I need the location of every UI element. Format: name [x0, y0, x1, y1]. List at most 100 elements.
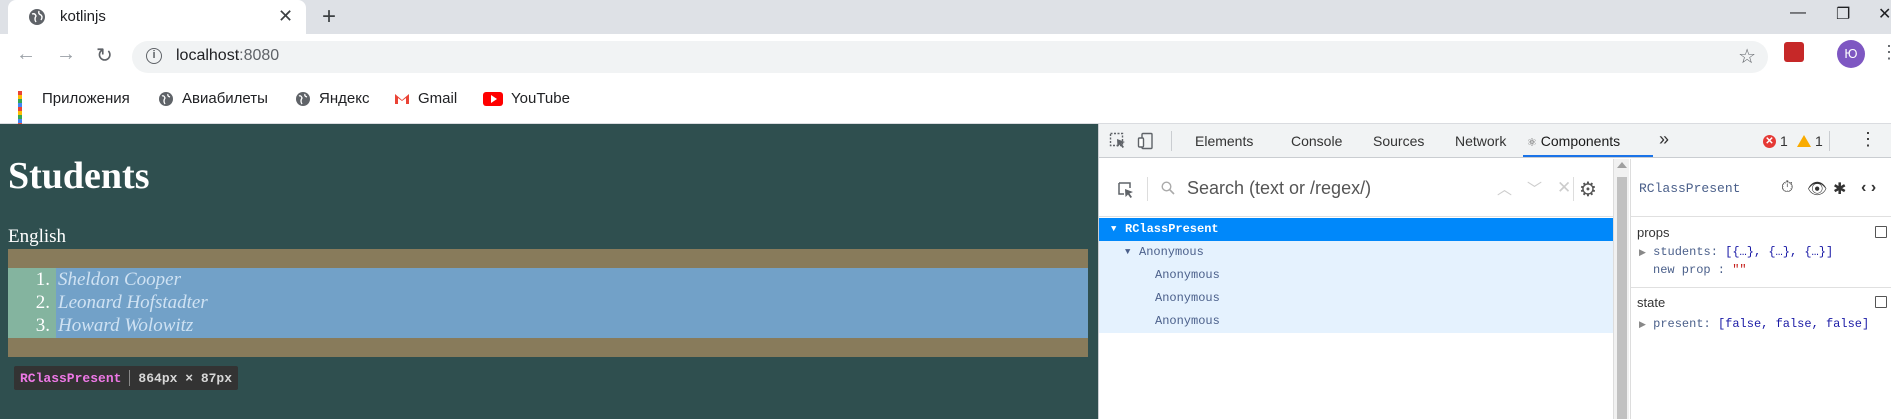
settings-gear-icon[interactable]: ⚙: [1579, 177, 1597, 202]
search-clear-icon[interactable]: ✕: [1557, 178, 1571, 198]
profile-avatar[interactable]: Ю: [1837, 40, 1865, 68]
search-icon: [1161, 181, 1175, 195]
log-bug-icon[interactable]: ✱: [1833, 179, 1846, 199]
tab-components[interactable]: ⚛ Components: [1527, 133, 1620, 149]
devtools-menu-icon[interactable]: ⋮: [1859, 129, 1877, 150]
error-count: 1: [1780, 133, 1788, 149]
component-inspector: RClassPresent ⏱ 👁 ✱ ‹› props ▶ students:…: [1630, 159, 1891, 419]
select-element-icon[interactable]: [1117, 181, 1135, 199]
url-port: :8080: [239, 47, 280, 64]
state-key: present: [1653, 317, 1704, 331]
tree-item-anonymous[interactable]: Anonymous: [1099, 264, 1613, 287]
device-toolbar-icon[interactable]: [1137, 132, 1155, 150]
tree-item-label: Anonymous: [1155, 291, 1220, 305]
inspect-element-icon[interactable]: [1109, 132, 1127, 150]
student-name[interactable]: Sheldon Cooper: [58, 269, 181, 291]
address-bar[interactable]: i localhost:8080 ☆: [132, 41, 1768, 73]
inspect-tooltip: RClassPresent 864px × 87px: [14, 366, 239, 390]
bookmark-yandex[interactable]: Яндекс: [295, 90, 369, 107]
tab-sources[interactable]: Sources: [1373, 133, 1424, 149]
list-number: 1.: [35, 269, 50, 290]
inspector-header: RClassPresent ⏱ 👁 ✱ ‹›: [1631, 159, 1891, 217]
props-title: props: [1637, 225, 1670, 240]
search-prev-icon[interactable]: ︿: [1497, 178, 1512, 199]
bookmark-label: Приложения: [42, 90, 130, 107]
tree-item-anonymous[interactable]: ▼ Anonymous: [1099, 241, 1613, 264]
new-tab-button[interactable]: +: [322, 3, 336, 31]
tree-item-label: RClassPresent: [1125, 222, 1219, 236]
bookmark-label: Авиабилеты: [182, 90, 268, 107]
prop-value[interactable]: "": [1732, 263, 1746, 277]
state-title: state: [1637, 295, 1666, 310]
copy-props-icon[interactable]: [1875, 226, 1887, 238]
prop-value: [{…}, {…}, {…}]: [1725, 245, 1834, 259]
close-window-button[interactable]: ✕: [1878, 4, 1891, 24]
tree-item-label: Anonymous: [1139, 245, 1204, 259]
component-search-input[interactable]: Search (text or /regex/): [1187, 178, 1371, 199]
expand-caret-icon[interactable]: ▼: [1111, 218, 1116, 241]
more-tabs-icon[interactable]: »: [1659, 129, 1669, 150]
back-arrow-icon[interactable]: ←: [16, 43, 36, 66]
site-info-icon[interactable]: i: [146, 48, 162, 64]
restore-button[interactable]: ❐: [1836, 4, 1850, 24]
search-divider: [1573, 177, 1574, 201]
suspend-timer-icon[interactable]: ⏱: [1781, 179, 1793, 197]
warning-count-badge[interactable]: 1: [1797, 133, 1823, 149]
error-count-badge[interactable]: ✕ 1: [1763, 133, 1788, 149]
view-source-icon[interactable]: ‹›: [1859, 179, 1878, 197]
student-name[interactable]: Leonard Hofstadter: [58, 292, 208, 314]
tab-elements[interactable]: Elements: [1195, 133, 1253, 149]
prop-key: students: [1653, 245, 1711, 259]
tree-item-anonymous[interactable]: Anonymous: [1099, 287, 1613, 310]
bookmarks-bar: Приложения Авиабилеты Яндекс Gmail YouTu…: [0, 78, 1891, 127]
bookmark-label: Яндекс: [319, 90, 370, 107]
reload-icon[interactable]: ↻: [96, 43, 113, 68]
scrollbar-thumb[interactable]: [1617, 177, 1627, 419]
bookmark-label: Gmail: [418, 90, 458, 107]
react-icon: ⚛: [1527, 137, 1537, 149]
tree-item-label: Anonymous: [1155, 314, 1220, 328]
globe-icon: [29, 9, 45, 25]
prop-new-prop[interactable]: new prop : "": [1653, 263, 1747, 277]
copy-state-icon[interactable]: [1875, 296, 1887, 308]
components-tree-panel: Search (text or /regex/) ︿ ﹀ ✕ ⚙ ▼ RClas…: [1099, 159, 1613, 419]
bookmark-aviabilety[interactable]: Авиабилеты: [158, 90, 268, 107]
tab-network[interactable]: Network: [1455, 133, 1506, 149]
expand-caret-icon[interactable]: ▼: [1125, 241, 1130, 264]
tree-item-anonymous[interactable]: Anonymous: [1099, 310, 1613, 333]
bookmark-youtube[interactable]: YouTube: [483, 90, 570, 107]
web-page: Students English 1. Sheldon Cooper 2. Le…: [0, 124, 1098, 419]
bookmark-apps[interactable]: Приложения: [18, 90, 130, 127]
apps-grid-icon: [18, 90, 34, 127]
browser-menu-icon[interactable]: ⋮: [1880, 42, 1891, 63]
state-value: [false, false, false]: [1717, 317, 1870, 331]
warning-icon: [1797, 135, 1811, 147]
browser-window: kotlinjs ✕ + — ❐ ✕ ← → ↻ i localhost:808…: [0, 0, 1891, 419]
minimize-button[interactable]: —: [1790, 4, 1806, 22]
expand-caret-icon[interactable]: ▶: [1639, 320, 1646, 330]
browser-tab[interactable]: kotlinjs ✕: [8, 0, 306, 34]
expand-caret-icon[interactable]: ▶: [1639, 248, 1646, 258]
tooltip-component-name: RClassPresent: [20, 370, 122, 386]
search-next-icon[interactable]: ﹀: [1527, 178, 1542, 199]
devtools-panel: Elements Console Sources Network ⚛ Compo…: [1098, 124, 1891, 419]
inspect-dom-eye-icon[interactable]: 👁: [1807, 179, 1827, 199]
bookmark-star-icon[interactable]: ☆: [1738, 44, 1756, 69]
tab-components-label: Components: [1540, 133, 1621, 149]
component-search-bar: Search (text or /regex/) ︿ ﹀ ✕ ⚙: [1099, 159, 1613, 217]
prop-students[interactable]: ▶ students: [{…}, {…}, {…}]: [1639, 245, 1833, 259]
gmail-icon: [395, 93, 409, 104]
tab-close-icon[interactable]: ✕: [278, 6, 293, 27]
state-present[interactable]: ▶ present: [false, false, false]: [1639, 317, 1869, 331]
bookmark-gmail[interactable]: Gmail: [394, 90, 457, 107]
list-number: 2.: [35, 292, 50, 313]
student-name[interactable]: Howard Wolowitz: [58, 315, 193, 337]
tooltip-dimensions: 864px × 87px: [138, 370, 233, 386]
extension-icon[interactable]: [1784, 42, 1804, 62]
tree-scrollbar[interactable]: [1613, 159, 1629, 419]
forward-arrow-icon[interactable]: →: [56, 43, 76, 66]
tab-console[interactable]: Console: [1291, 133, 1342, 149]
scroll-up-icon[interactable]: [1617, 162, 1627, 168]
globe-icon: [159, 91, 173, 106]
tree-item-rclasspresent[interactable]: ▼ RClassPresent: [1099, 218, 1613, 241]
